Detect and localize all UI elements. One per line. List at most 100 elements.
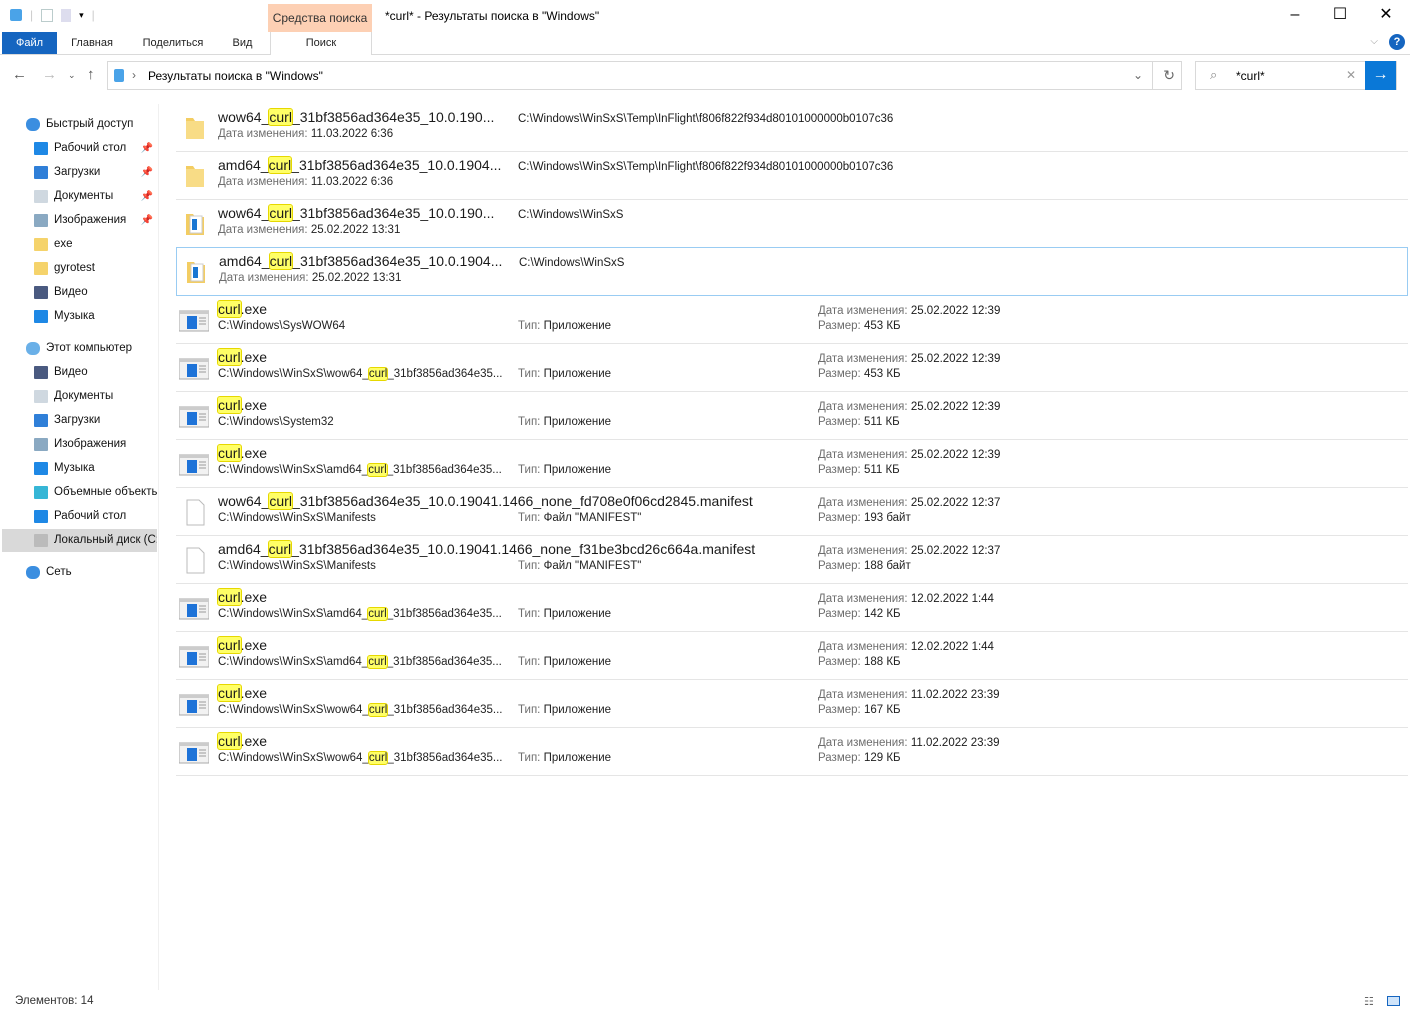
- result-row[interactable]: curl.exe C:\Windows\WinSxS\wow64_curl_31b…: [176, 344, 1408, 392]
- file-size-value: 188 КБ: [863, 656, 901, 668]
- file-type: Тип: Приложение: [518, 368, 611, 380]
- search-input[interactable]: ⌕ *curl* ✕ →: [1195, 61, 1397, 90]
- file-size-label: Размер:: [818, 368, 861, 380]
- address-bar[interactable]: › Результаты поиска в "Windows" ⌄ ↻: [107, 61, 1182, 90]
- result-row[interactable]: curl.exe C:\Windows\WinSxS\amd64_curl_31b…: [176, 632, 1408, 680]
- details-view-icon[interactable]: ☷: [1364, 995, 1374, 1008]
- help-icon[interactable]: ?: [1389, 34, 1405, 50]
- sidebar-item[interactable]: Видео: [2, 281, 157, 304]
- sidebar-item[interactable]: Загрузки: [2, 409, 157, 432]
- result-row[interactable]: curl.exe C:\Windows\WinSxS\amd64_curl_31b…: [176, 440, 1408, 488]
- pin-icon[interactable]: 📌: [141, 209, 153, 232]
- sidebar-item[interactable]: Этот компьютер: [2, 337, 157, 360]
- result-row[interactable]: amd64_curl_31bf3856ad364e35_10.0.1904...…: [176, 247, 1408, 296]
- file-size: Размер: 511 КБ: [818, 416, 900, 428]
- refresh-icon[interactable]: ↻: [1163, 67, 1175, 84]
- result-name[interactable]: curl.exe: [217, 348, 267, 366]
- properties-icon[interactable]: [41, 8, 54, 22]
- result-name[interactable]: curl.exe: [217, 684, 267, 702]
- tab-share[interactable]: Поделиться: [133, 32, 213, 54]
- result-name[interactable]: wow64_curl_31bf3856ad364e35_10.0.19041.1…: [218, 492, 753, 510]
- minimize-button[interactable]: –: [1285, 6, 1305, 24]
- address-dropdown-icon[interactable]: ⌄: [1133, 68, 1143, 82]
- match-highlight: curl: [217, 684, 242, 702]
- desktop-icon: [34, 142, 48, 155]
- result-name[interactable]: amd64_curl_31bf3856ad364e35_10.0.19041.1…: [218, 540, 755, 558]
- file-location: C:\Windows\WinSxS\wow64_curl_31bf3856ad3…: [218, 751, 502, 765]
- text-prefix: C:\Windows\WinSxS\amd64_: [218, 656, 369, 668]
- result-row[interactable]: amd64_curl_31bf3856ad364e35_10.0.1904...…: [176, 152, 1408, 200]
- tab-file[interactable]: Файл: [2, 32, 57, 54]
- result-name[interactable]: curl.exe: [217, 732, 267, 750]
- tab-view[interactable]: Вид: [225, 32, 260, 54]
- result-row[interactable]: wow64_curl_31bf3856ad364e35_10.0.19041.1…: [176, 488, 1408, 536]
- result-row[interactable]: amd64_curl_31bf3856ad364e35_10.0.19041.1…: [176, 536, 1408, 584]
- breadcrumb[interactable]: Результаты поиска в "Windows": [148, 69, 323, 83]
- recent-locations-icon[interactable]: ⌄: [68, 70, 76, 81]
- result-row[interactable]: curl.exe C:\Windows\SysWOW64 Тип: Приложен…: [176, 296, 1408, 344]
- result-name[interactable]: curl.exe: [217, 444, 267, 462]
- sidebar-item-label: Изображения: [54, 438, 127, 450]
- search-tools-context-label: Средства поиска: [268, 4, 372, 32]
- file-size-value: 453 КБ: [863, 320, 901, 332]
- sidebar-item[interactable]: Документы: [2, 385, 157, 408]
- sidebar-item-label: Локальный диск (C:): [54, 534, 157, 546]
- tab-home[interactable]: Главная: [62, 32, 122, 54]
- text-prefix: amd64_: [218, 157, 269, 173]
- tab-search[interactable]: Поиск: [270, 32, 372, 55]
- sidebar-item[interactable]: Рабочий стол 📌: [2, 137, 157, 160]
- file-size-label: Размер:: [818, 608, 861, 620]
- sidebar-item[interactable]: exe: [2, 233, 157, 256]
- search-query[interactable]: *curl*: [1236, 69, 1265, 83]
- sidebar-item[interactable]: Рабочий стол: [2, 505, 157, 528]
- file-size-value: 188 байт: [863, 560, 911, 572]
- result-name[interactable]: amd64_curl_31bf3856ad364e35_10.0.1904...: [218, 156, 501, 174]
- text-prefix: C:\Windows\WinSxS\wow64_: [218, 752, 369, 764]
- result-name[interactable]: curl.exe: [217, 588, 267, 606]
- pin-icon[interactable]: 📌: [141, 161, 153, 184]
- sidebar-item[interactable]: Изображения: [2, 433, 157, 456]
- new-folder-icon[interactable]: [61, 8, 72, 22]
- text-suffix: .exe: [240, 397, 268, 413]
- customize-toolbar-icon[interactable]: ▾: [79, 10, 84, 21]
- sidebar-item[interactable]: Музыка: [2, 457, 157, 480]
- text-prefix: C:\Windows\System32: [218, 416, 334, 428]
- sidebar-item[interactable]: Сеть: [2, 561, 157, 584]
- up-button[interactable]: ↑: [87, 66, 95, 83]
- documents-icon: [34, 390, 48, 403]
- sidebar-item[interactable]: Видео: [2, 361, 157, 384]
- sidebar-item[interactable]: Локальный диск (C:): [2, 529, 157, 552]
- result-row[interactable]: curl.exe C:\Windows\System32 Тип: Приложен…: [176, 392, 1408, 440]
- sidebar-item[interactable]: Изображения 📌: [2, 209, 157, 232]
- result-row[interactable]: wow64_curl_31bf3856ad364e35_10.0.190... Д…: [176, 200, 1408, 248]
- result-name[interactable]: curl.exe: [217, 300, 267, 318]
- sidebar-item[interactable]: Объемные объекты: [2, 481, 157, 504]
- result-row[interactable]: curl.exe C:\Windows\WinSxS\wow64_curl_31b…: [176, 728, 1408, 776]
- file-size-value: 511 КБ: [863, 464, 900, 476]
- expand-ribbon-icon[interactable]: ⌵: [1370, 36, 1378, 47]
- result-name[interactable]: curl.exe: [217, 636, 267, 654]
- pin-icon[interactable]: 📌: [141, 137, 153, 160]
- forward-button[interactable]: →: [42, 66, 57, 83]
- search-go-button[interactable]: →: [1365, 61, 1396, 90]
- sidebar-item[interactable]: Быстрый доступ: [2, 113, 157, 136]
- sidebar-item[interactable]: gyrotest: [2, 257, 157, 280]
- result-row[interactable]: wow64_curl_31bf3856ad364e35_10.0.190... Д…: [176, 104, 1408, 152]
- close-button[interactable]: ✕: [1376, 6, 1396, 24]
- modified-date: Дата изменения: 25.02.2022 12:37: [818, 497, 1000, 509]
- pin-icon[interactable]: 📌: [141, 185, 153, 208]
- result-name[interactable]: curl.exe: [217, 396, 268, 414]
- result-row[interactable]: curl.exe C:\Windows\WinSxS\amd64_curl_31b…: [176, 584, 1408, 632]
- sidebar-item[interactable]: Музыка: [2, 305, 157, 328]
- result-row[interactable]: curl.exe C:\Windows\WinSxS\wow64_curl_31b…: [176, 680, 1408, 728]
- modified-date-value: 11.02.2022 23:39: [910, 689, 1000, 701]
- result-name[interactable]: amd64_curl_31bf3856ad364e35_10.0.1904...: [219, 252, 502, 270]
- clear-search-icon[interactable]: ✕: [1346, 68, 1356, 82]
- result-name[interactable]: wow64_curl_31bf3856ad364e35_10.0.190...: [218, 108, 494, 126]
- tiles-view-icon[interactable]: [1387, 996, 1400, 1006]
- result-name[interactable]: wow64_curl_31bf3856ad364e35_10.0.190...: [218, 204, 494, 222]
- maximize-button[interactable]: ☐: [1330, 6, 1350, 24]
- sidebar-item[interactable]: Документы 📌: [2, 185, 157, 208]
- back-button[interactable]: ←: [12, 66, 27, 83]
- sidebar-item[interactable]: Загрузки 📌: [2, 161, 157, 184]
